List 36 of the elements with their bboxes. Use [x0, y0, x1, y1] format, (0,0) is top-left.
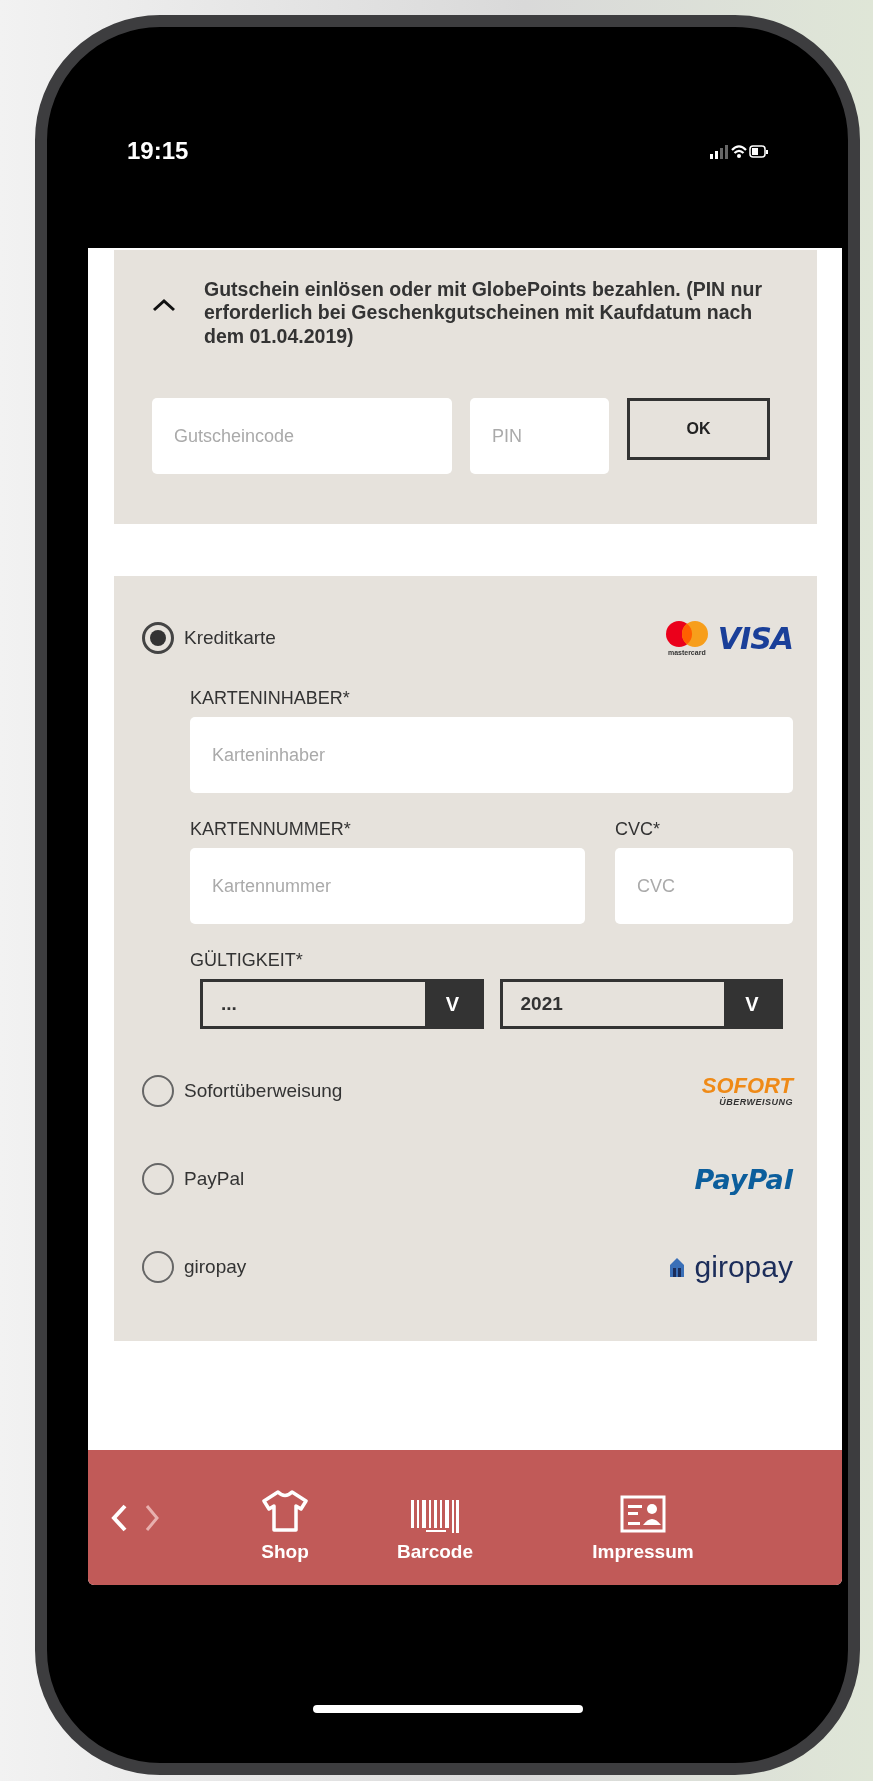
payment-method-label[interactable]: giropay: [184, 1256, 247, 1279]
status-icons: [710, 143, 768, 161]
radio-button[interactable]: [142, 1251, 174, 1284]
pin-field[interactable]: PIN: [470, 398, 609, 475]
visa-logo: VISA: [717, 620, 793, 656]
dropdown-button[interactable]: V: [424, 982, 481, 1027]
shirt-icon: [261, 1488, 309, 1533]
giropay-logo: giropay: [666, 1250, 793, 1285]
card-holder-field[interactable]: Karteninhaber: [190, 717, 793, 794]
field-label: GÜLTIGKEIT*: [190, 950, 304, 972]
payment-method-label[interactable]: PayPal: [184, 1168, 245, 1191]
field-label: CVC*: [615, 819, 661, 841]
month-select[interactable]: ... V: [200, 979, 484, 1030]
cvc-field[interactable]: CVC: [615, 848, 793, 925]
sofort-logo: SOFORT ÜBERWEISUNG: [701, 1075, 793, 1108]
field-label: KARTENINHABER*: [190, 688, 351, 710]
radio-button[interactable]: [142, 622, 174, 655]
coupon-code-field[interactable]: Gutscheincode: [152, 398, 452, 475]
barcode-icon: [410, 1498, 460, 1533]
nav-item[interactable]: Impressum: [568, 1472, 718, 1563]
radio-button[interactable]: [142, 1075, 174, 1108]
paypal-logo: PayPal: [694, 1163, 793, 1195]
chevron-up-icon[interactable]: [152, 298, 176, 312]
coupon-text: Gutschein einlösen oder mit GlobePoints bezahlen. (PIN nur erforderlich bei Geschenkgutscheinen mit Kaufdatum nach dem 01.04.2019): [204, 278, 763, 349]
dropdown-button[interactable]: V: [724, 982, 780, 1027]
field-label: KARTENNUMMER*: [190, 819, 352, 841]
payment-method-label[interactable]: Sofortüberweisung: [184, 1080, 343, 1103]
nav-item[interactable]: Shop: [210, 1472, 360, 1563]
card-number-field[interactable]: Kartennummer: [190, 848, 585, 925]
year-select[interactable]: 2021 V: [499, 979, 783, 1030]
status-time: 19:15: [127, 137, 189, 165]
id-card-icon: [620, 1494, 666, 1533]
ok-button[interactable]: OK: [627, 398, 770, 461]
nav-item[interactable]: Barcode: [360, 1472, 510, 1563]
radio-button[interactable]: [142, 1163, 174, 1196]
payment-method-label[interactable]: Kreditkarte: [184, 627, 276, 650]
